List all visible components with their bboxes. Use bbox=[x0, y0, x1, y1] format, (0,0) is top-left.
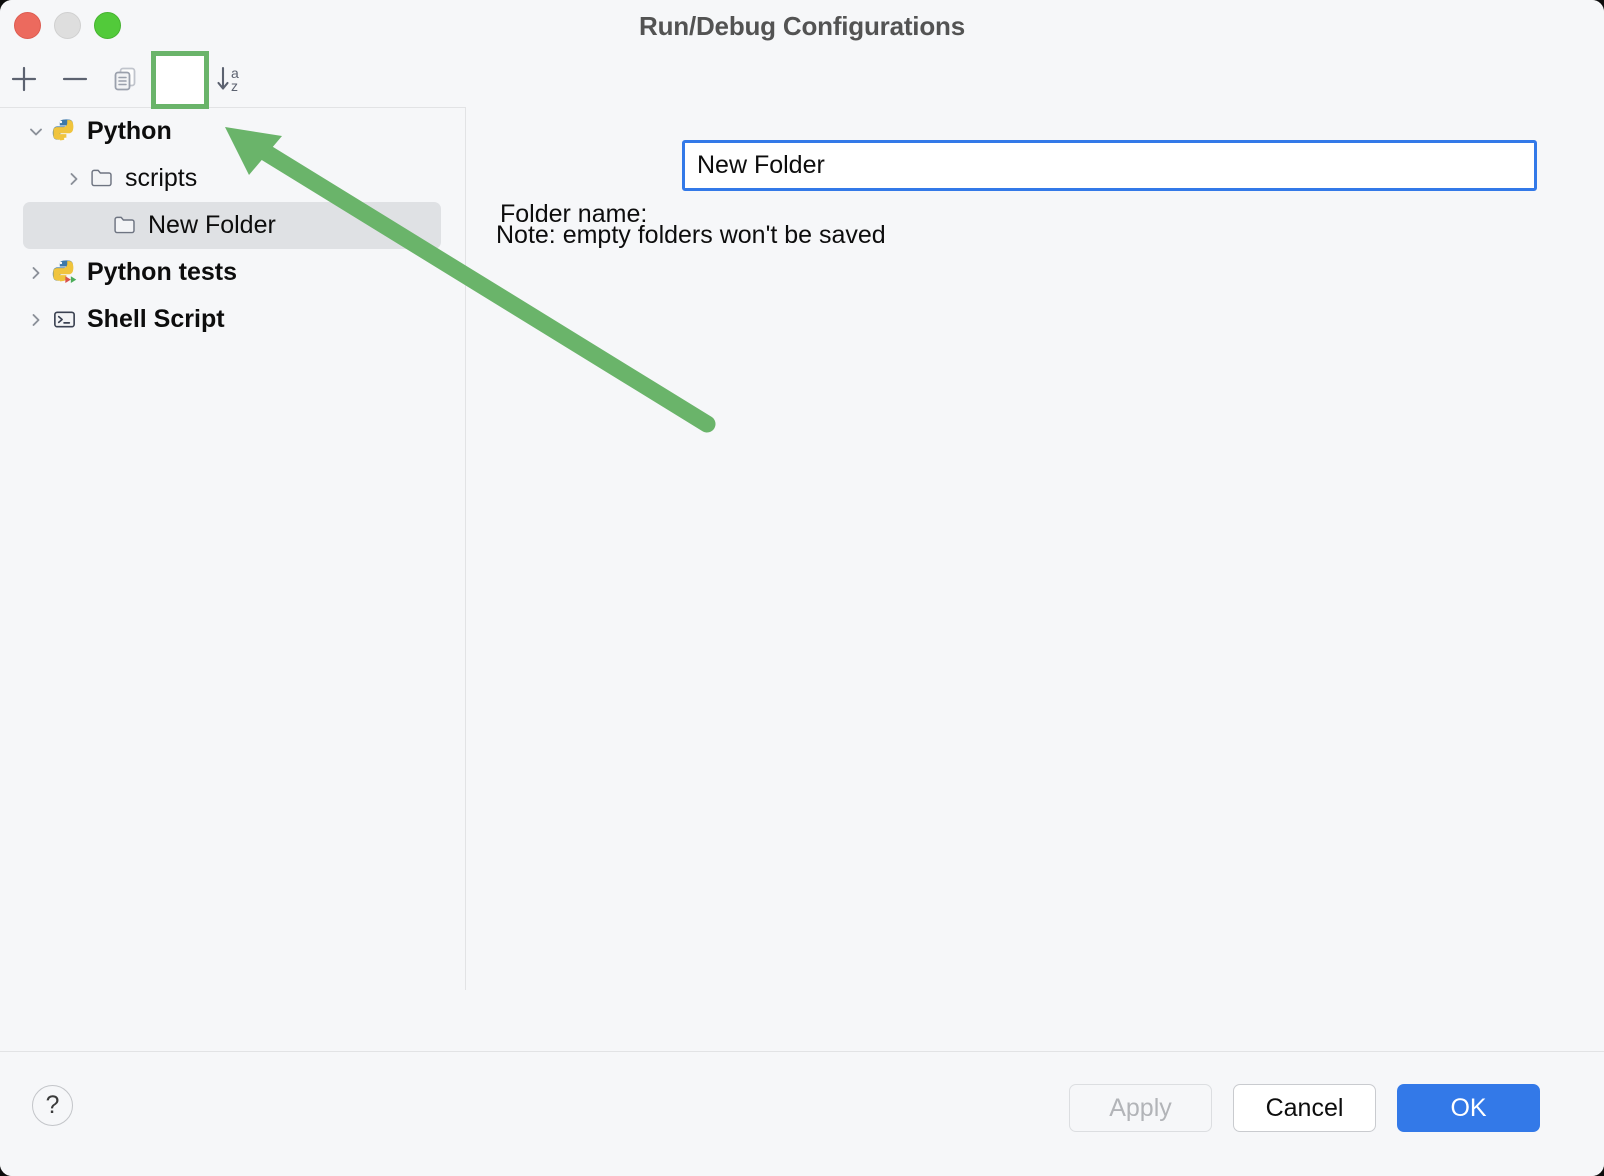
tree-item-label: Python tests bbox=[87, 258, 237, 287]
tree-item-shell-script[interactable]: Shell Script bbox=[0, 296, 465, 343]
folder-detail-panel: Folder name: Note: empty folders won't b… bbox=[466, 51, 1604, 1051]
new-folder-button-highlight bbox=[151, 51, 209, 109]
tree-item-scripts[interactable]: scripts bbox=[0, 155, 465, 202]
add-configuration-button[interactable] bbox=[2, 57, 46, 101]
python-icon bbox=[50, 118, 78, 146]
configurations-toolbar: a z bbox=[0, 51, 466, 108]
copy-icon bbox=[110, 64, 140, 94]
folder-name-input[interactable] bbox=[682, 140, 1537, 191]
chevron-right-icon[interactable] bbox=[26, 263, 46, 283]
window-title: Run/Debug Configurations bbox=[0, 11, 1604, 42]
chevron-right-icon[interactable] bbox=[26, 310, 46, 330]
tree-item-python-tests[interactable]: Python tests bbox=[0, 249, 465, 296]
minus-icon bbox=[60, 64, 90, 94]
plus-icon bbox=[9, 64, 39, 94]
help-button[interactable]: ? bbox=[32, 1085, 73, 1126]
folder-icon bbox=[111, 212, 139, 240]
test-run-badge bbox=[65, 276, 76, 283]
empty-folders-note: Note: empty folders won't be saved bbox=[496, 221, 886, 250]
tree-item-label: Shell Script bbox=[87, 305, 225, 334]
python-tests-icon bbox=[50, 259, 78, 287]
tree-item-label: scripts bbox=[125, 164, 197, 193]
folder-icon bbox=[88, 165, 116, 193]
apply-button[interactable]: Apply bbox=[1069, 1084, 1212, 1132]
ok-button[interactable]: OK bbox=[1397, 1084, 1540, 1132]
chevron-down-icon[interactable] bbox=[26, 122, 46, 142]
tree-item-new-folder[interactable]: New Folder bbox=[23, 202, 441, 249]
configurations-tree-panel: Python scripts New Folder bbox=[0, 108, 466, 990]
chevron-right-icon[interactable] bbox=[64, 169, 84, 189]
run-debug-configurations-dialog: Run/Debug Configurations bbox=[0, 0, 1604, 1176]
sort-az-icon: a z bbox=[214, 63, 246, 95]
remove-configuration-button[interactable] bbox=[53, 57, 97, 101]
tree-item-label: Python bbox=[87, 117, 172, 146]
tree-item-python[interactable]: Python bbox=[0, 108, 465, 155]
cancel-button[interactable]: Cancel bbox=[1233, 1084, 1376, 1132]
dialog-footer: ? Apply Cancel OK bbox=[0, 1052, 1604, 1176]
copy-configuration-button[interactable] bbox=[103, 57, 147, 101]
shell-script-icon bbox=[50, 306, 78, 334]
tree-item-label: New Folder bbox=[148, 211, 276, 240]
sort-icon-letter-z: z bbox=[231, 78, 238, 94]
sort-configurations-button[interactable]: a z bbox=[208, 57, 252, 101]
title-bar: Run/Debug Configurations bbox=[0, 0, 1604, 51]
